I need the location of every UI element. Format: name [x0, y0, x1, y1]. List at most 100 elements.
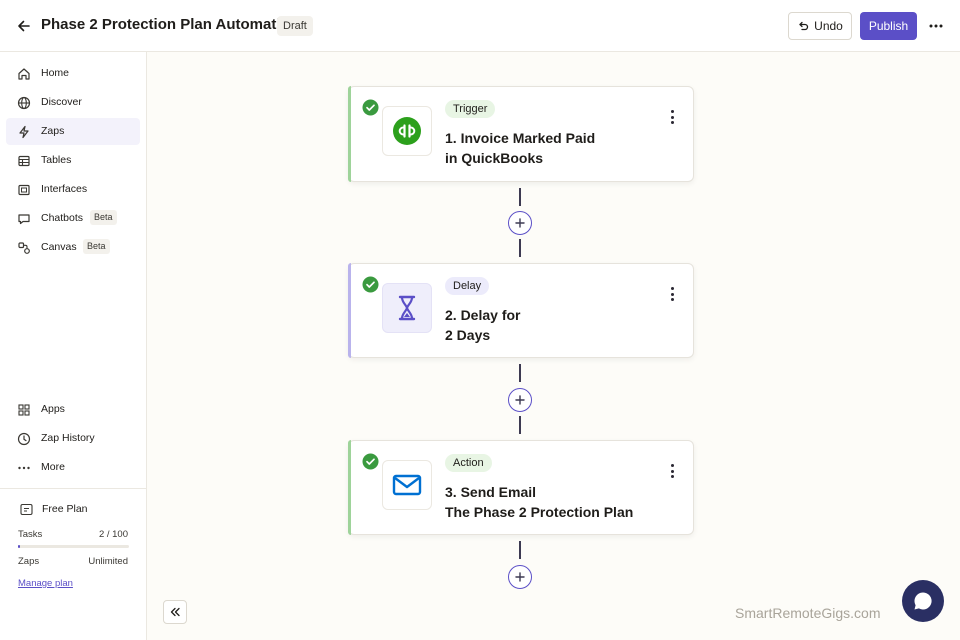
sidebar-item-label: Discover — [41, 96, 82, 108]
step-type-badge: Action — [445, 454, 492, 472]
sidebar-item-label: Chatbots — [41, 212, 84, 224]
sidebar-item-label: Tables — [41, 154, 72, 166]
app-tile — [382, 283, 432, 333]
sidebar-item-label: Zaps — [41, 125, 65, 137]
check-circle-icon — [362, 276, 379, 293]
plus-icon — [515, 395, 525, 405]
kebab-dot — [670, 475, 674, 478]
step-type-badge: Trigger — [445, 100, 496, 118]
canvas-icon — [16, 240, 31, 255]
kebab-dot — [670, 287, 674, 290]
collapse-sidebar-button[interactable] — [163, 600, 187, 624]
sidebar-item-interfaces[interactable]: Interfaces — [6, 176, 140, 203]
add-step-button[interactable] — [508, 565, 532, 589]
sidebar-item-zaps[interactable]: Zaps — [6, 118, 140, 145]
connector-line — [519, 541, 521, 559]
home-icon — [16, 66, 31, 81]
chat-support-button[interactable] — [902, 580, 944, 622]
step-card-trigger[interactable]: Trigger 1. Invoice Marked Paid in QuickB… — [348, 86, 694, 182]
sidebar-item-home[interactable]: Home — [6, 60, 140, 87]
sidebar-item-label: Canvas — [41, 241, 77, 253]
step-accent — [348, 263, 351, 358]
connector-line — [519, 188, 521, 206]
app-tile — [382, 106, 432, 156]
step-menu-button[interactable] — [666, 461, 678, 481]
plan-name: Free Plan — [42, 503, 88, 515]
sidebar-item-label: Interfaces — [41, 183, 88, 195]
more-options-button[interactable] — [926, 16, 946, 36]
kebab-dot — [670, 469, 674, 473]
plus-icon — [515, 218, 525, 228]
connector-line — [519, 239, 521, 257]
step-type-badge: Delay — [445, 277, 490, 295]
more-horizontal-icon — [929, 24, 943, 28]
beta-badge: Beta — [83, 239, 110, 254]
manage-plan-link[interactable]: Manage plan — [18, 578, 73, 589]
sidebar-item-label: Home — [41, 67, 70, 79]
undo-label: Undo — [814, 19, 843, 33]
kebab-dot — [670, 110, 674, 113]
top-header: Phase 2 Protection Plan Automation Draft… — [0, 0, 960, 52]
chatbot-icon — [16, 211, 31, 226]
sidebar-item-discover[interactable]: Discover — [6, 89, 140, 116]
connector-line — [519, 416, 521, 434]
check-circle-icon — [362, 453, 379, 470]
step-menu-button[interactable] — [666, 284, 678, 304]
email-icon — [392, 474, 422, 496]
plus-icon — [515, 572, 525, 582]
zaps-value: Unlimited — [88, 556, 128, 567]
apps-grid-icon — [16, 402, 31, 417]
add-step-button[interactable] — [508, 211, 532, 235]
watermark: SmartRemoteGigs.com — [735, 605, 881, 621]
sidebar-item-label: More — [41, 461, 65, 473]
chat-bubble-icon — [914, 592, 932, 610]
hourglass-icon — [398, 295, 416, 321]
kebab-dot — [670, 298, 674, 301]
step-accent — [348, 86, 351, 182]
arrow-left-icon — [18, 20, 30, 32]
chevrons-left-icon — [170, 607, 180, 617]
step-menu-button[interactable] — [666, 107, 678, 127]
clock-icon — [16, 431, 31, 446]
tasks-progress-fill — [18, 545, 21, 548]
sidebar-divider — [0, 488, 147, 489]
kebab-dot — [670, 121, 674, 124]
step-accent — [348, 440, 351, 535]
tasks-value: 2 / 100 — [98, 529, 128, 540]
kebab-dot — [670, 464, 674, 467]
undo-button[interactable]: Undo — [788, 12, 852, 40]
app-tile — [382, 460, 432, 510]
back-button[interactable] — [14, 16, 34, 36]
more-horizontal-icon — [16, 460, 31, 475]
plan-icon — [20, 503, 33, 516]
sidebar-item-label: Zap History — [41, 432, 95, 444]
step-card-action[interactable]: Action 3. Send Email The Phase 2 Protect… — [348, 440, 694, 535]
kebab-dot — [670, 115, 674, 119]
zaps-label: Zaps — [18, 556, 40, 567]
sidebar-item-more[interactable]: More — [6, 454, 140, 481]
status-badge: Draft — [277, 16, 313, 36]
undo-icon — [799, 21, 809, 31]
step-title: 1. Invoice Marked Paid in QuickBooks — [445, 130, 596, 166]
sidebar-item-canvas[interactable]: Canvas Beta — [6, 234, 140, 261]
lightning-icon — [16, 124, 31, 139]
quickbooks-icon — [393, 117, 421, 145]
tasks-progress-bar — [18, 545, 129, 548]
globe-icon — [16, 95, 31, 110]
sidebar-item-label: Apps — [41, 403, 65, 415]
connector-line — [519, 364, 521, 382]
publish-button[interactable]: Publish — [860, 12, 917, 40]
beta-badge: Beta — [90, 210, 117, 225]
tasks-label: Tasks — [18, 529, 43, 540]
zap-title[interactable]: Phase 2 Protection Plan Automation — [41, 16, 299, 33]
add-step-button[interactable] — [508, 388, 532, 412]
sidebar-item-zap-history[interactable]: Zap History — [6, 425, 140, 452]
step-title: 3. Send Email The Phase 2 Protection Pla… — [445, 484, 634, 520]
kebab-dot — [670, 292, 674, 296]
step-title: 2. Delay for 2 Days — [445, 307, 521, 343]
sidebar-item-apps[interactable]: Apps — [6, 396, 140, 423]
check-circle-icon — [362, 99, 379, 116]
step-card-delay[interactable]: Delay 2. Delay for 2 Days — [348, 263, 694, 358]
sidebar-item-tables[interactable]: Tables — [6, 147, 140, 174]
sidebar-item-chatbots[interactable]: Chatbots Beta — [6, 205, 140, 232]
